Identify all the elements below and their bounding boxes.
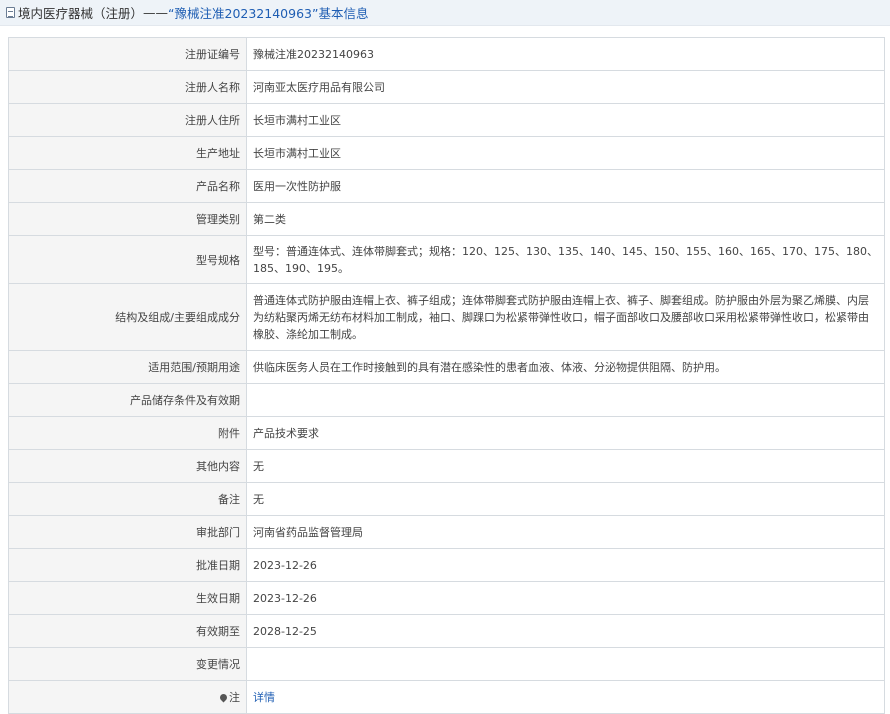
row-label: 生产地址 [8,136,247,170]
row-label: 变更情况 [8,647,247,681]
row-attachment: 附件 产品技术要求 [8,416,885,450]
row-label: 结构及组成/主要组成成分 [8,283,247,351]
row-management-category: 管理类别 第二类 [8,202,885,236]
row-approval-date: 批准日期 2023-12-26 [8,548,885,582]
row-value: 长垣市满村工业区 [246,136,885,170]
row-approval-department: 审批部门 河南省药品监督管理局 [8,515,885,549]
row-label: 批准日期 [8,548,247,582]
header-separator: —— [143,5,169,20]
row-value: 普通连体式防护服由连帽上衣、裤子组成；连体带脚套式防护服由连帽上衣、裤子、脚套组… [246,283,885,351]
row-label: 注册人名称 [8,70,247,104]
row-remarks: 备注 无 [8,482,885,516]
row-value: 豫械注准20232140963 [246,37,885,71]
header-prefix: 境内医疗器械（注册） [18,6,144,21]
pin-icon [218,692,229,703]
row-label: 有效期至 [8,614,247,648]
row-value: 无 [246,449,885,483]
row-value: 长垣市满村工业区 [246,103,885,137]
row-label: 注 [8,680,247,714]
detail-table: 注册证编号 豫械注准20232140963 注册人名称 河南亚太医疗用品有限公司… [8,37,885,714]
row-effective-date: 生效日期 2023-12-26 [8,581,885,615]
row-value: 2023-12-26 [246,548,885,582]
row-label: 备注 [8,482,247,516]
row-label: 型号规格 [8,235,247,284]
row-label: 注册人住所 [8,103,247,137]
row-value: 产品技术要求 [246,416,885,450]
row-label: 审批部门 [8,515,247,549]
row-storage-validity: 产品储存条件及有效期 [8,383,885,417]
details-link[interactable]: 详情 [253,691,275,704]
row-structure-composition: 结构及组成/主要组成成分 普通连体式防护服由连帽上衣、裤子组成；连体带脚套式防护… [8,283,885,351]
row-label: 产品名称 [8,169,247,203]
row-other-content: 其他内容 无 [8,449,885,483]
row-value: 型号：普通连体式、连体带脚套式；规格：120、125、130、135、140、1… [246,235,885,284]
row-product-name: 产品名称 医用一次性防护服 [8,169,885,203]
row-value: 河南省药品监督管理局 [246,515,885,549]
row-label: 生效日期 [8,581,247,615]
row-value: 2023-12-26 [246,581,885,615]
page-header: 境内医疗器械（注册） —— “豫械注准20232140963”基本信息 [0,0,890,26]
row-value: 供临床医务人员在工作时接触到的具有潜在感染性的患者血液、体液、分泌物提供阻隔、防… [246,350,885,384]
row-value [246,383,885,417]
note-label: 注 [229,691,240,704]
row-value: 无 [246,482,885,516]
row-expiry-date: 有效期至 2028-12-25 [8,614,885,648]
row-label: 适用范围/预期用途 [8,350,247,384]
row-scope-intended-use: 适用范围/预期用途 供临床医务人员在工作时接触到的具有潜在感染性的患者血液、体液… [8,350,885,384]
detail-table-container: 注册证编号 豫械注准20232140963 注册人名称 河南亚太医疗用品有限公司… [8,37,885,714]
row-label: 管理类别 [8,202,247,236]
row-value: 第二类 [246,202,885,236]
row-value [246,647,885,681]
row-note: 注 详情 [8,680,885,714]
row-registrant-address: 注册人住所 长垣市满村工业区 [8,103,885,137]
document-icon [6,7,15,18]
row-value: 河南亚太医疗用品有限公司 [246,70,885,104]
row-value: 2028-12-25 [246,614,885,648]
row-label: 附件 [8,416,247,450]
row-registration-number: 注册证编号 豫械注准20232140963 [8,37,885,71]
row-label: 产品储存条件及有效期 [8,383,247,417]
row-model-spec: 型号规格 型号：普通连体式、连体带脚套式；规格：120、125、130、135、… [8,235,885,284]
row-registrant-name: 注册人名称 河南亚太医疗用品有限公司 [8,70,885,104]
row-value: 详情 [246,680,885,714]
row-value: 医用一次性防护服 [246,169,885,203]
row-change-history: 变更情况 [8,647,885,681]
header-title: “豫械注准20232140963”基本信息 [168,6,369,21]
row-label: 其他内容 [8,449,247,483]
row-production-address: 生产地址 长垣市满村工业区 [8,136,885,170]
row-label: 注册证编号 [8,37,247,71]
